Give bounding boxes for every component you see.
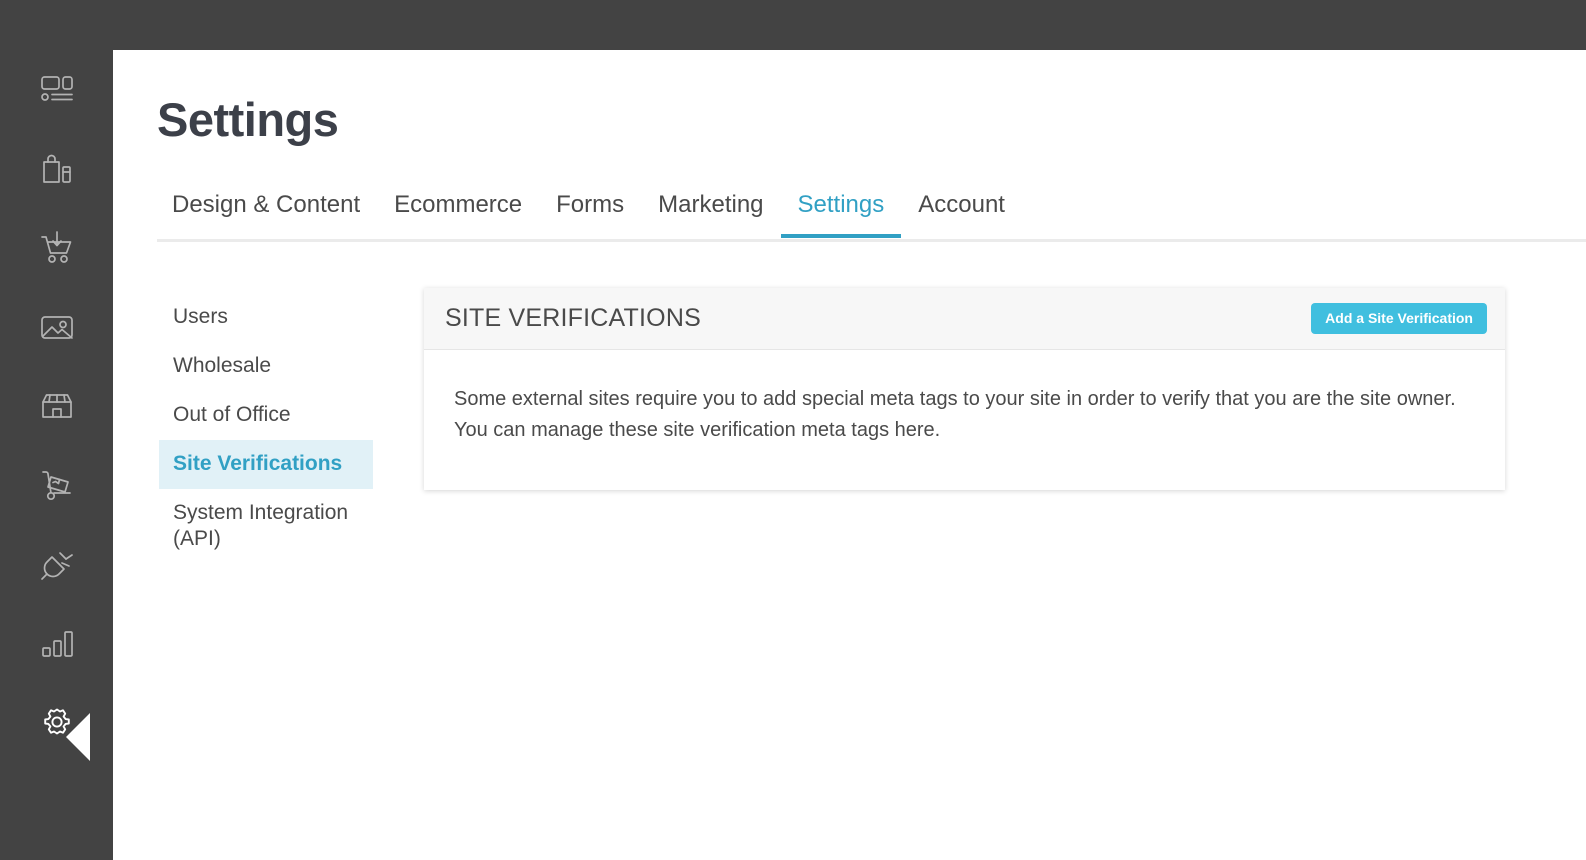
storefront-icon bbox=[41, 393, 72, 418]
sidebar-item-shipping[interactable] bbox=[0, 445, 113, 524]
dashboard-layout-icon bbox=[40, 75, 73, 101]
top-bar bbox=[0, 0, 1586, 50]
subnav-item-wholesale[interactable]: Wholesale bbox=[159, 342, 373, 391]
site-verifications-panel: SITE VERIFICATIONS Add a Site Verificati… bbox=[424, 288, 1505, 490]
hand-truck-icon bbox=[41, 470, 71, 500]
subnav-item-users[interactable]: Users bbox=[159, 293, 373, 342]
sidebar-item-media[interactable] bbox=[0, 287, 113, 366]
tab-design-content[interactable]: Design & Content bbox=[157, 190, 377, 238]
add-site-verification-button[interactable]: Add a Site Verification bbox=[1311, 302, 1487, 335]
subnav-item-system-integration-api[interactable]: System Integration (API) bbox=[159, 489, 373, 565]
panel-body: Some external sites require you to add s… bbox=[424, 350, 1505, 476]
panel-title: SITE VERIFICATIONS bbox=[445, 304, 701, 332]
page-title: Settings bbox=[157, 93, 339, 146]
tab-divider bbox=[157, 239, 1586, 242]
shopping-bag-icon bbox=[42, 154, 71, 183]
tab-forms[interactable]: Forms bbox=[539, 190, 641, 238]
image-gallery-icon bbox=[40, 315, 73, 339]
panel-description: Some external sites require you to add s… bbox=[454, 388, 1456, 441]
tab-bar: Design & Content Ecommerce Forms Marketi… bbox=[157, 190, 1586, 242]
sidebar-rail bbox=[0, 0, 113, 860]
bar-chart-icon bbox=[41, 630, 73, 657]
sidebar-item-dashboard[interactable] bbox=[0, 50, 113, 129]
panel-header: SITE VERIFICATIONS Add a Site Verificati… bbox=[424, 288, 1505, 350]
sidebar-item-integrations[interactable] bbox=[0, 524, 113, 603]
tab-account[interactable]: Account bbox=[901, 190, 1022, 238]
tab-settings[interactable]: Settings bbox=[780, 190, 902, 238]
tab-ecommerce[interactable]: Ecommerce bbox=[377, 190, 539, 238]
subnav-item-out-of-office[interactable]: Out of Office bbox=[159, 391, 373, 440]
cart-download-icon bbox=[40, 230, 71, 263]
sidebar-item-settings[interactable] bbox=[0, 682, 113, 761]
power-plug-icon bbox=[40, 551, 73, 580]
subnav-item-site-verifications[interactable]: Site Verifications bbox=[159, 439, 373, 489]
sidebar-item-orders[interactable] bbox=[0, 208, 113, 287]
sidebar-item-reports[interactable] bbox=[0, 603, 113, 682]
active-item-caret bbox=[66, 713, 90, 761]
sidebar-item-products[interactable] bbox=[0, 129, 113, 208]
sidebar-items bbox=[0, 50, 113, 761]
main-content: Settings Design & Content Ecommerce Form… bbox=[113, 50, 1586, 860]
sidebar-item-store[interactable] bbox=[0, 366, 113, 445]
tab-marketing[interactable]: Marketing bbox=[641, 190, 780, 238]
settings-subnav: Users Wholesale Out of Office Site Verif… bbox=[159, 293, 373, 564]
